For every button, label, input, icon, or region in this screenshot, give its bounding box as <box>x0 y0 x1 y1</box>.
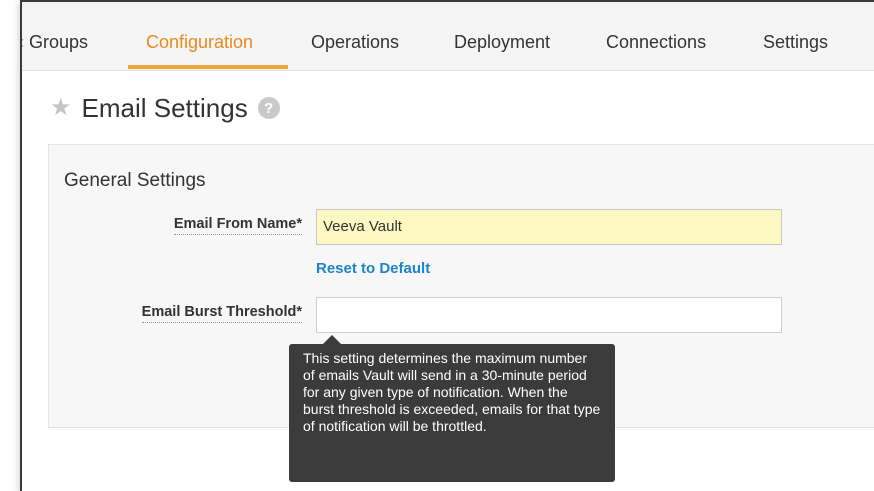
tab-groups-label: Groups <box>29 32 89 52</box>
tab-configuration[interactable]: Configuration <box>146 32 253 53</box>
tab-settings-label: Settings <box>763 32 829 52</box>
page-header: ★ Email Settings ? <box>50 90 280 126</box>
tab-connections[interactable]: Connections <box>606 32 706 53</box>
email-from-name-field[interactable]: Veeva Vault <box>316 209 782 245</box>
tab-partial-prefix: ‹ <box>22 32 24 52</box>
tab-deployment-label: Deployment <box>454 32 551 52</box>
tab-connections-label: Connections <box>606 32 707 52</box>
tab-operations[interactable]: Operations <box>311 32 399 53</box>
star-icon[interactable]: ★ <box>50 96 72 120</box>
tab-bar: ‹ Groups Configuration Operations Deploy… <box>22 2 874 71</box>
help-glyph: ? <box>264 99 274 117</box>
reset-to-default-link[interactable]: Reset to Default <box>316 260 430 277</box>
tab-groups[interactable]: ‹ Groups <box>22 32 89 53</box>
tooltip-arrow <box>323 335 341 344</box>
tab-settings[interactable]: Settings <box>763 32 828 53</box>
email-from-name-value: Veeva Vault <box>323 218 402 235</box>
section-title: General Settings <box>64 170 206 191</box>
active-tab-indicator <box>128 65 288 69</box>
tab-operations-label: Operations <box>311 32 400 52</box>
page-title: Email Settings <box>81 92 248 123</box>
tooltip-text: This setting determines the maximum numb… <box>303 350 601 434</box>
email-from-name-label: Email From Name* <box>173 216 302 235</box>
tab-configuration-label: Configuration <box>146 32 254 52</box>
email-burst-threshold-label: Email Burst Threshold* <box>141 304 302 323</box>
help-tooltip: This setting determines the maximum numb… <box>289 344 615 482</box>
tab-deployment[interactable]: Deployment <box>454 32 550 53</box>
app-window: ‹ Groups Configuration Operations Deploy… <box>20 0 874 491</box>
question-circle-icon[interactable]: ? <box>257 97 280 119</box>
email-burst-threshold-field[interactable] <box>316 297 782 333</box>
